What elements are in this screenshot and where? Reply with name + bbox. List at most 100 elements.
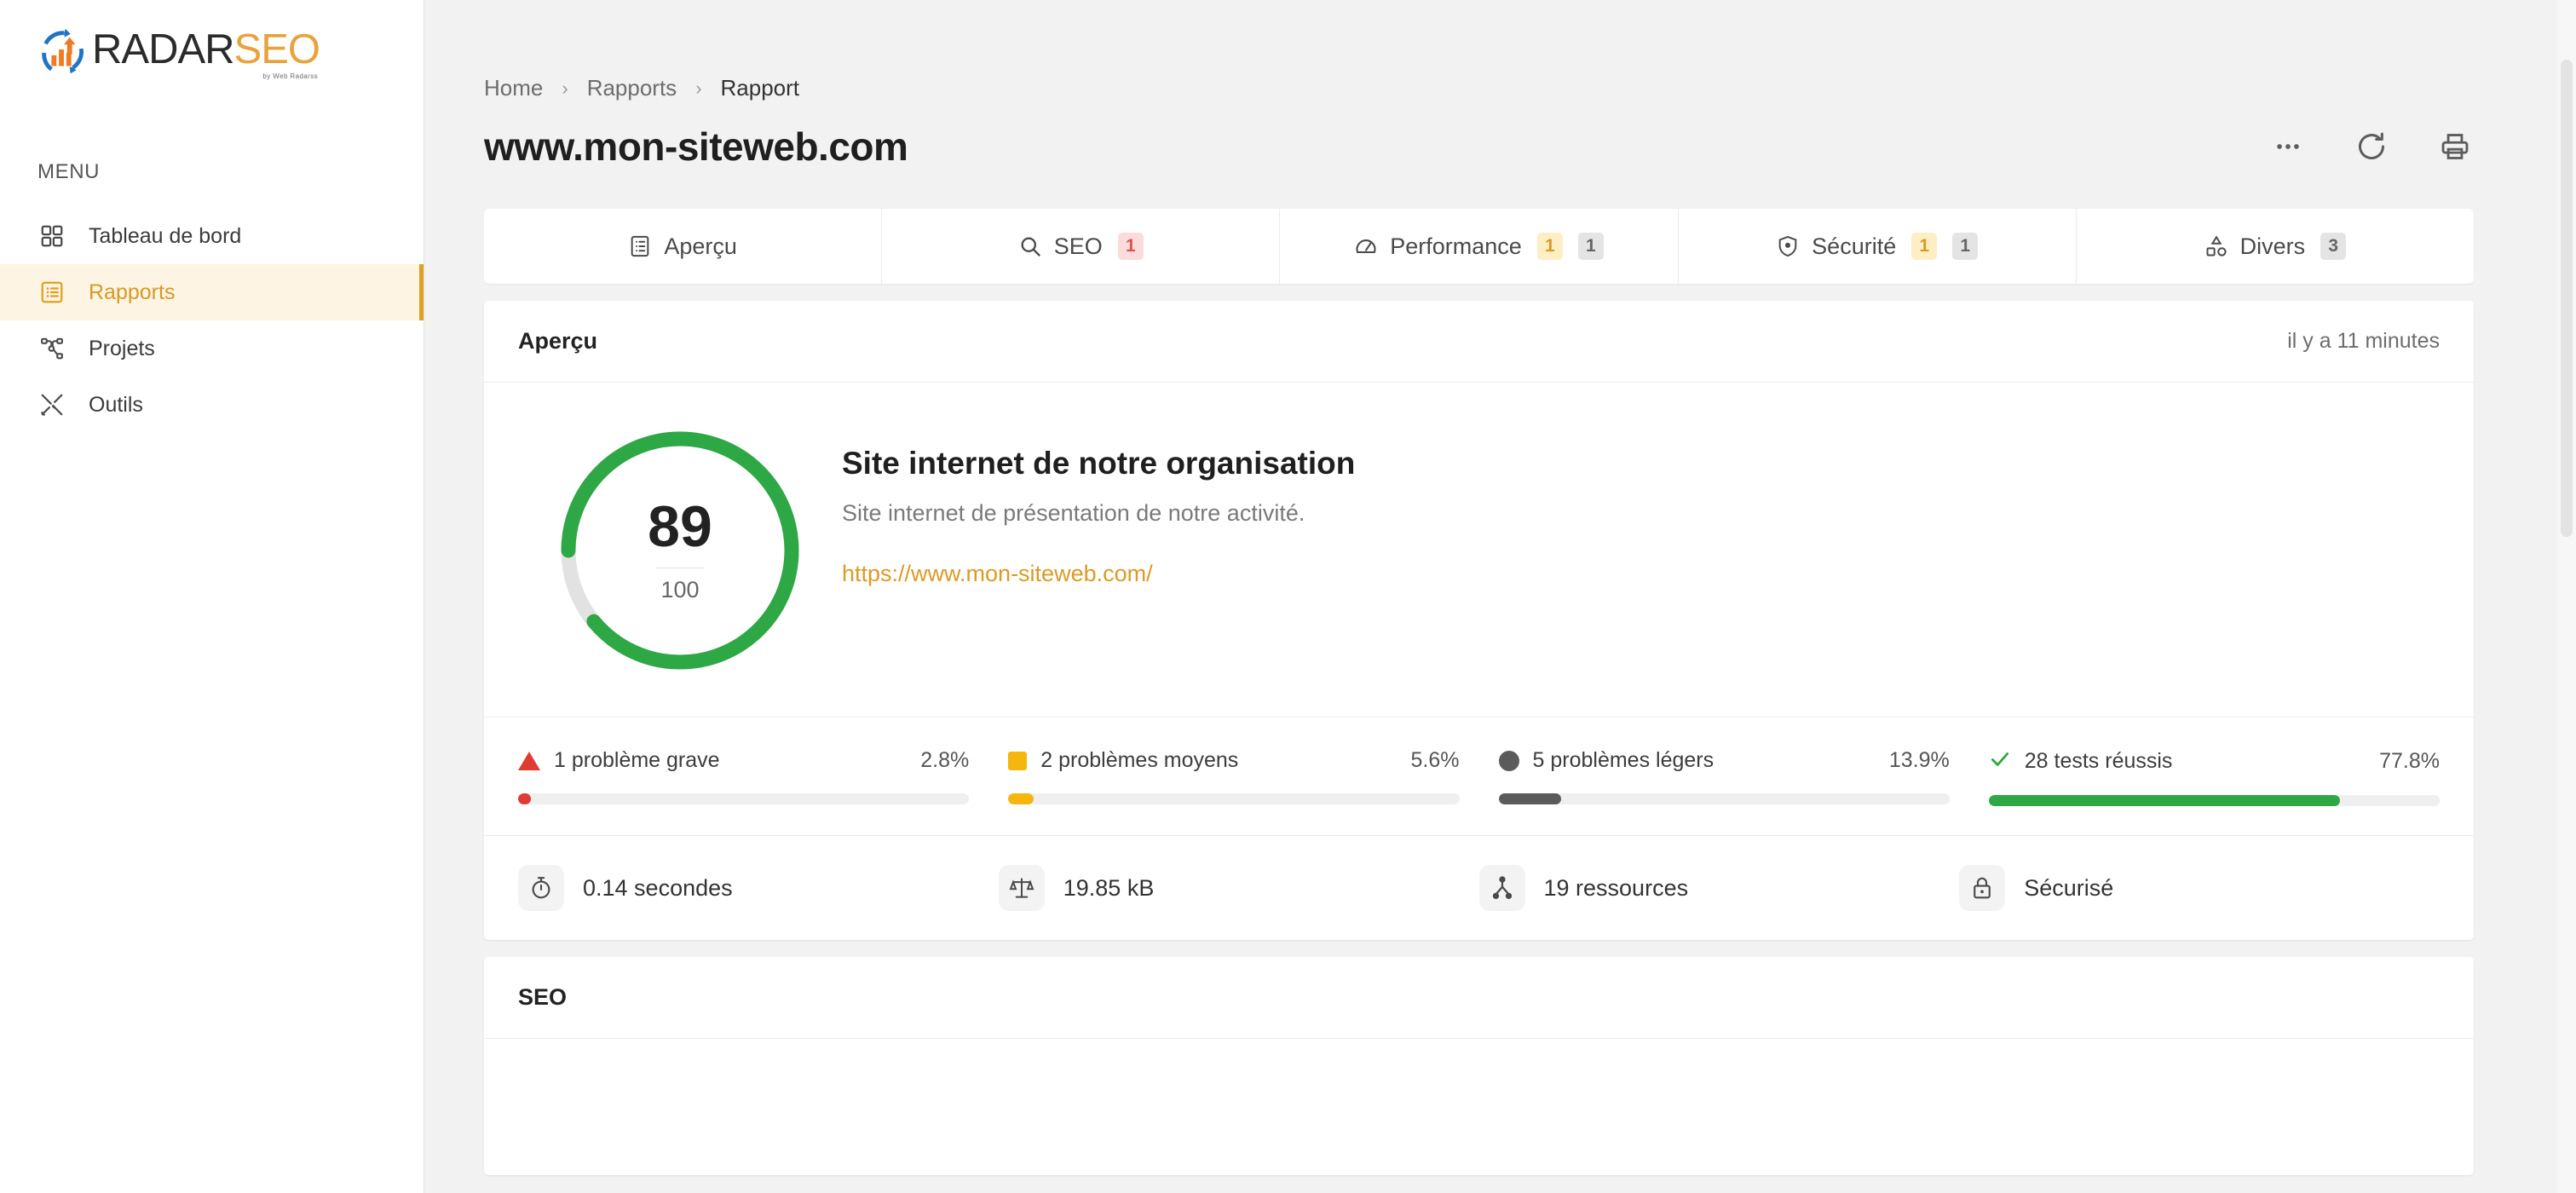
site-info: Site internet de notre organisation Site… [842,427,1355,674]
page-actions [2269,128,2474,165]
score-value: 89 [648,494,712,559]
metric-page-weight: 19.85 kB [998,865,1479,911]
stat-progress-fill [1988,795,2340,806]
stat-label: 2 problèmes moyens [1040,748,1239,772]
sidebar-item-projets[interactable]: Projets [0,320,424,377]
metric-value: 19 ressources [1543,874,1689,901]
stat-percent: 77.8% [2379,749,2440,773]
sidebar-item-rapports[interactable]: Rapports [0,264,424,320]
tab-performance[interactable]: Performance 1 1 [1280,209,1679,284]
metric-resources: 19 ressources [1478,865,1960,911]
score-gauge: 89 100 [556,427,804,674]
stat-percent: 5.6% [1410,748,1460,772]
tab-badge: 1 [1536,233,1563,260]
stat-progress-fill [1008,793,1034,804]
sidebar-item-label: Tableau de bord [89,223,242,248]
metric-value: 0.14 secondes [583,874,733,901]
overview-card-header: Aperçu il y a 11 minutes [484,301,2474,383]
stat-progress-track [1498,793,1950,804]
triangle-alert-icon [518,751,540,770]
refresh-button[interactable] [2353,128,2390,165]
logo-tagline: by Web Radarss [262,72,319,80]
breadcrumb-item-home[interactable]: Home [484,75,543,101]
menu-section-label: MENU [37,160,101,183]
list-box-icon [37,278,66,307]
stat-progress-fill [1498,793,1562,804]
stat-item-reussis: 28 tests réussis 77.8% [1988,748,2440,806]
logo-word-radar: RADAR [92,26,235,72]
stat-progress-fill [518,793,531,804]
metric-value: 19.85 kB [1063,874,1155,901]
page-title: www.mon-siteweb.com [484,124,908,169]
seo-card-title: SEO [518,984,568,1010]
tab-divers[interactable]: Divers 3 [2077,209,2474,284]
seo-card-header: SEO [484,957,2474,1039]
overview-card: Aperçu il y a 11 minutes 89 100 Site int… [484,301,2474,940]
breadcrumb-item-rapport[interactable]: Rapport [721,75,800,101]
page-header: www.mon-siteweb.com [424,101,2576,170]
circle-info-icon [1498,750,1519,771]
logo-text: RADARSEO by Web Radarss [92,26,320,81]
lock-icon [1959,865,2006,911]
stopwatch-icon [518,865,564,911]
metric-value: Sécurisé [2024,874,2114,901]
metric-security: Sécurisé [1959,865,2440,911]
print-button[interactable] [2436,128,2474,165]
site-title: Site internet de notre organisation [842,446,1356,481]
breadcrumb-item-rapports[interactable]: Rapports [587,75,677,101]
tab-badge: 1 [1911,233,1938,260]
stat-item-legers: 5 problèmes légers 13.9% [1498,748,1989,806]
breadcrumb: Home › Rapports › Rapport [424,0,2576,101]
scrollbar-thumb[interactable] [2561,60,2573,537]
seo-card-body [484,1039,2474,1175]
tab-label: Divers [2239,233,2306,259]
main-content: Home › Rapports › Rapport www.mon-sitewe… [424,0,2576,1193]
sitemap-icon [37,334,66,363]
overview-body: 89 100 Site internet de notre organisati… [484,383,2474,717]
sitemap-icon [1478,865,1525,911]
stat-label: 5 problèmes légers [1532,748,1714,772]
stat-percent: 2.8% [920,748,970,772]
tab-apercu[interactable]: Aperçu [484,209,883,284]
app-root: RADARSEO by Web Radarss MENU Tableau de … [0,0,2576,1193]
score-gauge-wrap: 89 100 [518,427,842,674]
search-icon [1018,234,1042,258]
sidebar-nav: Tableau de bord Rapports Projets Outils [0,208,424,433]
gauge-icon [1354,234,1378,258]
tab-seo[interactable]: SEO 1 [882,209,1281,284]
stat-progress-track [1988,795,2440,806]
tab-securite[interactable]: Sécurité 1 1 [1679,209,2077,284]
logo-word-seo: SEO [233,26,320,72]
site-url-link[interactable]: https://www.mon-siteweb.com/ [842,561,1355,587]
sidebar-item-label: Rapports [89,280,176,304]
grid-icon [37,222,66,251]
tab-badge: 1 [1577,233,1604,260]
tab-badge: 1 [1952,233,1979,260]
stat-label: 28 tests réussis [2024,749,2173,773]
vertical-scrollbar[interactable] [2557,0,2576,1193]
tab-label: SEO [1053,233,1103,259]
square-warning-icon [1008,751,1028,770]
shield-icon [1776,234,1800,258]
tab-label: Sécurité [1812,233,1897,259]
sidebar-item-label: Outils [89,392,143,417]
tab-label: Aperçu [664,233,737,259]
metric-load-time: 0.14 secondes [518,865,999,911]
list-box-icon [628,234,652,258]
tab-label: Performance [1390,233,1522,259]
sidebar-item-outils[interactable]: Outils [0,377,424,433]
overview-card-title: Aperçu [518,328,598,354]
stat-progress-track [1008,793,1460,804]
stat-item-moyens: 2 problèmes moyens 5.6% [1008,748,1498,806]
radar-chart-icon [36,26,89,78]
more-options-button[interactable] [2269,128,2307,165]
stat-percent: 13.9% [1888,748,1950,772]
stat-label: 1 problème grave [554,748,720,772]
tab-badge: 3 [2320,233,2347,260]
report-tabs: Aperçu SEO 1 Performance 1 1 Sécurité 1 … [484,209,2474,284]
logo[interactable]: RADARSEO by Web Radarss [0,0,424,119]
sidebar-item-tableau-de-bord[interactable]: Tableau de bord [0,208,424,264]
sidebar-item-label: Projets [89,336,155,360]
tools-icon [37,390,66,419]
overview-timestamp: il y a 11 minutes [2287,329,2440,353]
